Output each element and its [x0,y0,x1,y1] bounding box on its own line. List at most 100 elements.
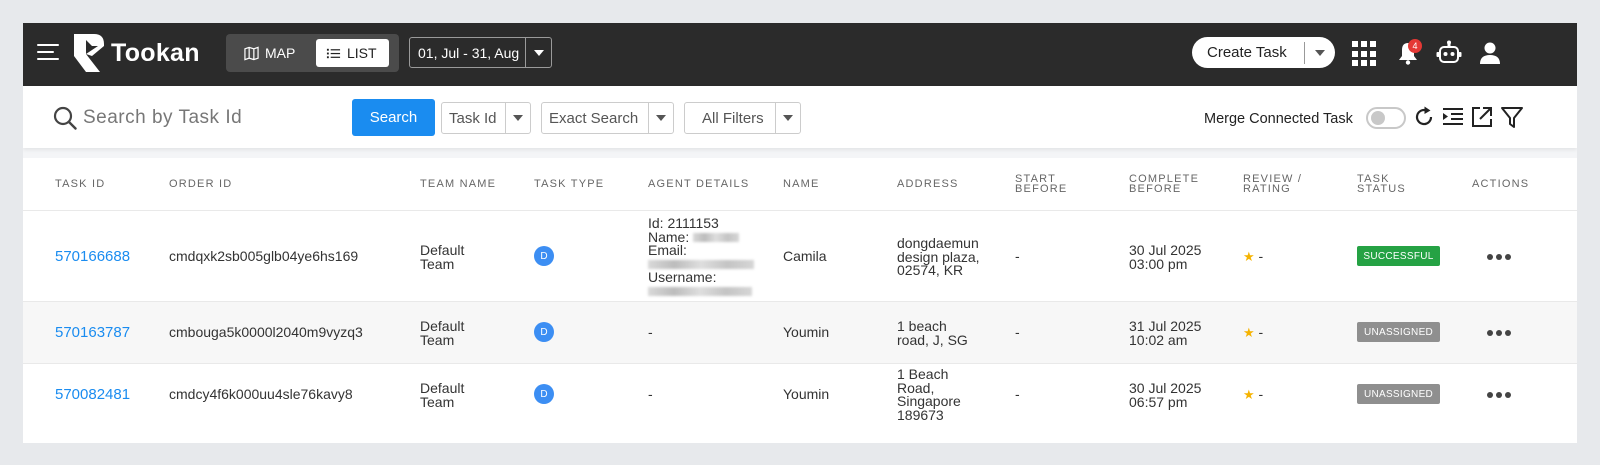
start-before: - [1015,386,1020,402]
create-task-button[interactable]: Create Task [1192,37,1335,68]
date-range-dropdown[interactable] [525,38,551,67]
task-id-search-input[interactable] [83,103,343,133]
table-row[interactable]: 570163787 cmbouga5k0000l2040m9vyzq3 Defa… [23,301,1577,363]
order-id: cmdqxk2sb005glb04ye6hs169 [169,248,359,264]
task-table: TASK ID ORDER ID TEAM NAME TASK TYPE AGE… [23,158,1577,443]
address-line2: road, J, SG [897,331,968,348]
header-task-status[interactable]: TASK STATUS [1357,174,1406,195]
more-actions-icon[interactable] [1487,254,1513,262]
merge-connected-task-toggle[interactable] [1366,107,1406,129]
address: dongdaemun design plaza, 02574, KR [897,236,980,278]
task-type-badge: D [534,384,554,404]
create-task-dropdown[interactable] [1305,49,1335,56]
redacted-agent-name [693,233,740,243]
view-toggle: MAP LIST [226,34,399,72]
brand-name: Tookan [111,39,200,67]
agent-details: - [648,324,653,340]
team-name-line2: Team [420,393,455,410]
header-task-id[interactable]: TASK ID [55,179,105,190]
header-name[interactable]: NAME [783,179,820,190]
rating: ★ - [1243,386,1264,402]
header-start-before[interactable]: START BEFORE [1015,174,1068,195]
date-range-picker[interactable]: 01, Jul - 31, Aug [409,37,552,68]
rating-value: - [1258,324,1264,340]
chevron-down-icon [656,115,666,121]
star-icon: ★ [1243,325,1255,340]
map-view-button[interactable]: MAP [234,39,305,67]
task-id-link[interactable]: 570166688 [55,249,130,263]
top-bar: Tookan MAP LIST 01, Jul - 31, Aug Create… [23,23,1577,86]
team-name: Default Team [420,381,464,410]
hamburger-menu-icon[interactable] [37,44,59,62]
complete-before: 31 Jul 2025 10:02 am [1129,319,1201,348]
table-row[interactable]: 570166688 cmdqxk2sb005glb04ye6hs169 Defa… [23,210,1577,301]
search-toolbar: Search Task Id Exact Search All Filters … [23,86,1577,148]
header-order-id[interactable]: ORDER ID [169,179,232,190]
chatbot-icon[interactable] [1436,40,1462,66]
complete-time: 03:00 pm [1129,255,1188,272]
customer-name: Camila [783,248,827,264]
indent-columns-icon[interactable] [1441,105,1465,129]
chevron-down-icon [1315,49,1325,56]
refresh-icon[interactable] [1412,105,1436,129]
header-address[interactable]: ADDRESS [897,179,959,190]
redacted-agent-email [648,260,754,270]
customer-name: Youmin [783,324,830,340]
rating: ★ - [1243,324,1264,340]
task-type-badge: D [534,246,554,266]
notification-count-badge: 4 [1408,39,1422,53]
user-profile-icon[interactable] [1479,41,1501,65]
more-actions-icon[interactable] [1487,392,1513,400]
search-button[interactable]: Search [352,99,435,136]
header-actions: ACTIONS [1472,178,1530,190]
search-icon [53,106,77,130]
header-agent-details[interactable]: AGENT DETAILS [648,179,749,190]
rating: ★ - [1243,248,1264,264]
search-mode-select[interactable]: Exact Search [541,102,674,134]
apps-grid-icon[interactable] [1352,41,1378,67]
team-name: Default Team [420,243,464,271]
list-view-label: LIST [347,45,377,61]
complete-time: 10:02 am [1129,331,1188,348]
rating-value: - [1258,386,1264,402]
rating-value: - [1258,248,1264,264]
order-id: cmbouga5k0000l2040m9vyzq3 [169,324,363,340]
list-icon [326,48,341,58]
header-task-type[interactable]: TASK TYPE [534,179,604,190]
address: 1 Beach Road, Singapore 189673 [897,367,961,423]
header-team-name[interactable]: TEAM NAME [420,179,496,190]
status-badge: UNASSIGNED [1357,322,1440,342]
customer-name: Youmin [783,386,830,402]
start-before: - [1015,248,1020,264]
more-actions-icon[interactable] [1487,330,1513,338]
app-frame: Tookan MAP LIST 01, Jul - 31, Aug Create… [23,23,1577,443]
tookan-logo-icon [74,34,104,72]
header-complete-before[interactable]: COMPLETE BEFORE [1129,174,1199,195]
chevron-down-icon [513,115,523,121]
merge-connected-task-label: Merge Connected Task [1204,111,1353,127]
search-field-select[interactable]: Task Id [441,102,531,134]
team-name: Default Team [420,319,464,348]
team-name-line2: Team [420,331,455,348]
header-start-before-line2: BEFORE [1015,183,1068,195]
export-icon[interactable] [1470,105,1494,129]
complete-time: 06:57 pm [1129,393,1188,410]
task-id-link[interactable]: 570082481 [55,387,130,401]
header-review-line2: RATING [1243,183,1291,195]
header-review-rating[interactable]: REVIEW / RATING [1243,174,1302,195]
address: 1 beach road, J, SG [897,319,968,348]
all-filters-select[interactable]: All Filters [684,102,801,134]
complete-before: 30 Jul 2025 06:57 pm [1129,381,1201,410]
task-id-link[interactable]: 570163787 [55,325,130,339]
start-before: - [1015,324,1020,340]
agent-details: Id: 2111153 Name: Email: Username: [648,216,754,298]
agent-email-label: Email: [648,242,687,258]
filter-funnel-icon[interactable] [1500,105,1524,129]
chevron-down-icon [783,115,793,121]
address-line4: 189673 [897,406,944,423]
star-icon: ★ [1243,387,1255,402]
date-range-value: 01, Jul - 31, Aug [418,44,520,61]
complete-before: 30 Jul 2025 03:00 pm [1129,243,1201,272]
list-view-button[interactable]: LIST [316,39,389,67]
table-row[interactable]: 570082481 cmdcy4f6k000uu4sle76kavy8 Defa… [23,363,1577,429]
